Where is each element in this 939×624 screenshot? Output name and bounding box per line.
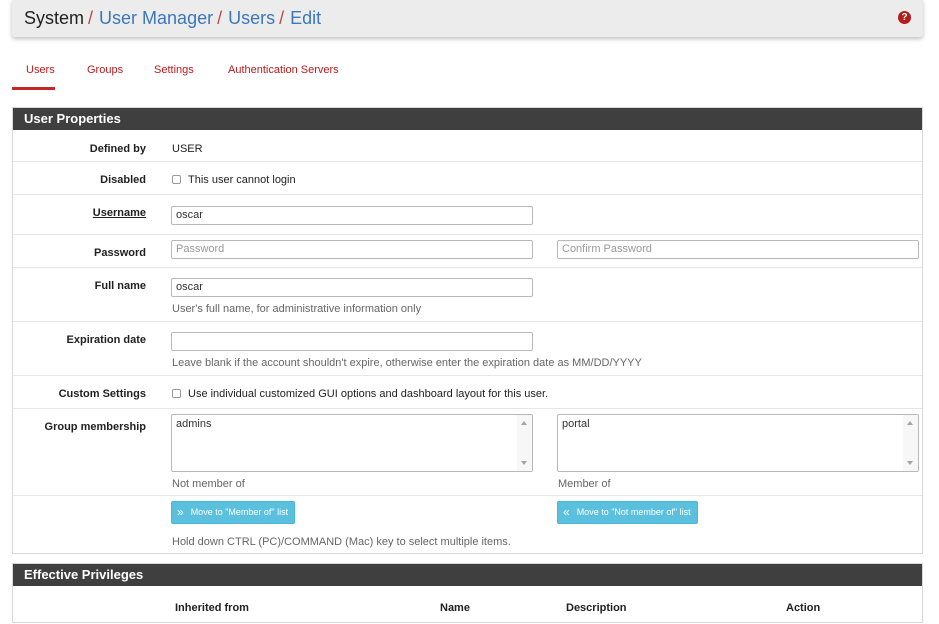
member-of-list[interactable]: portal [557, 414, 919, 472]
password-input[interactable]: Password [171, 240, 533, 259]
member-of-caption: Member of [558, 478, 611, 490]
password-label: Password [94, 247, 146, 259]
username-input[interactable]: oscar [171, 206, 533, 225]
not-member-of-list[interactable]: admins [171, 414, 533, 472]
breadcrumb-separator: / [88, 8, 94, 28]
tab-authentication-servers[interactable]: Authentication Servers [228, 56, 339, 90]
expiration-input[interactable] [171, 332, 533, 351]
effective-privileges-panel: Effective Privileges Inherited from Name… [12, 563, 923, 623]
button-label: Move to "Not member of" list [576, 507, 691, 517]
disabled-row: Disabled This user cannot login [13, 162, 922, 195]
tab-users[interactable]: Users [12, 56, 55, 90]
username-label: Username [92, 207, 146, 219]
group-membership-label: Group membership [44, 421, 146, 433]
breadcrumb-edit[interactable]: Edit [290, 8, 321, 28]
tab-groups[interactable]: Groups [87, 56, 123, 90]
move-to-not-member-button[interactable]: « Move to "Not member of" list [557, 501, 698, 524]
column-header-action: Action [786, 602, 821, 614]
tab-label: Settings [154, 64, 194, 76]
privileges-table-header: Inherited from Name Description Action [13, 586, 922, 624]
not-member-of-caption: Not member of [172, 478, 245, 490]
list-item[interactable]: portal [562, 418, 914, 430]
tab-label: Groups [87, 64, 124, 76]
page-header: System / User Manager / Users / Edit ? [12, 0, 923, 37]
group-actions-row: » Move to "Member of" list « Move to "Not … [13, 496, 922, 554]
double-chevron-right-icon: » [177, 505, 184, 519]
full-name-row: Full name oscar User's full name, for ad… [13, 268, 922, 322]
group-membership-row: Group membership admins Not member of po… [13, 409, 922, 496]
disabled-checkbox-text: This user cannot login [188, 174, 296, 186]
full-name-label: Full name [94, 280, 146, 292]
list-item[interactable]: admins [176, 418, 528, 430]
breadcrumb-user-manager[interactable]: User Manager [99, 8, 213, 28]
scrollbar[interactable] [517, 415, 532, 471]
column-header-name: Name [440, 602, 470, 614]
column-header-inherited-from: Inherited from [175, 602, 249, 614]
defined-by-value: USER [172, 143, 203, 155]
button-label: Move to "Member of" list [190, 507, 289, 517]
tab-label: Authentication Servers [228, 64, 339, 76]
custom-settings-row: Custom Settings Use individual customize… [13, 376, 922, 409]
breadcrumb-system: System [24, 8, 85, 28]
custom-settings-checkbox[interactable] [172, 389, 181, 398]
column-header-description: Description [566, 602, 627, 614]
scroll-down-icon[interactable] [907, 461, 913, 465]
custom-settings-checkbox-text: Use individual customized GUI options an… [188, 388, 549, 400]
scroll-up-icon[interactable] [907, 421, 913, 425]
panel-title: User Properties [13, 108, 922, 130]
disabled-label: Disabled [100, 174, 146, 186]
scroll-up-icon[interactable] [521, 421, 527, 425]
breadcrumb-users[interactable]: Users [228, 8, 275, 28]
password-row: Password Password Confirm Password [13, 235, 922, 268]
expiration-row: Expiration date Leave blank if the accou… [13, 322, 922, 376]
custom-settings-label: Custom Settings [58, 388, 146, 400]
question-circle-icon[interactable]: ? [898, 11, 911, 24]
tab-label: Users [26, 64, 55, 76]
double-chevron-left-icon: « [563, 505, 570, 519]
scrollbar[interactable] [903, 415, 918, 471]
group-membership-help: Hold down CTRL (PC)/COMMAND (Mac) key to… [172, 536, 511, 548]
full-name-help: User's full name, for administrative inf… [172, 303, 422, 315]
expiration-help: Leave blank if the account shouldn't exp… [172, 357, 642, 369]
disabled-option: This user cannot login [172, 174, 296, 186]
panel-title: Effective Privileges [13, 564, 922, 586]
custom-settings-option: Use individual customized GUI options an… [172, 388, 548, 400]
move-to-member-button[interactable]: » Move to "Member of" list [171, 501, 296, 524]
disabled-checkbox[interactable] [172, 175, 181, 184]
user-properties-panel: User Properties Defined by USER Disabled… [12, 107, 923, 554]
breadcrumb: System / User Manager / Users / Edit [24, 7, 321, 29]
defined-by-row: Defined by USER [13, 130, 922, 162]
defined-by-label: Defined by [89, 143, 146, 155]
breadcrumb-separator: / [279, 8, 285, 28]
scroll-down-icon[interactable] [521, 461, 527, 465]
breadcrumb-separator: / [217, 8, 223, 28]
confirm-password-input[interactable]: Confirm Password [557, 240, 919, 259]
expiration-label: Expiration date [66, 334, 146, 346]
tab-settings[interactable]: Settings [154, 56, 194, 90]
username-row: Username oscar [13, 195, 922, 235]
full-name-input[interactable]: oscar [171, 278, 533, 297]
